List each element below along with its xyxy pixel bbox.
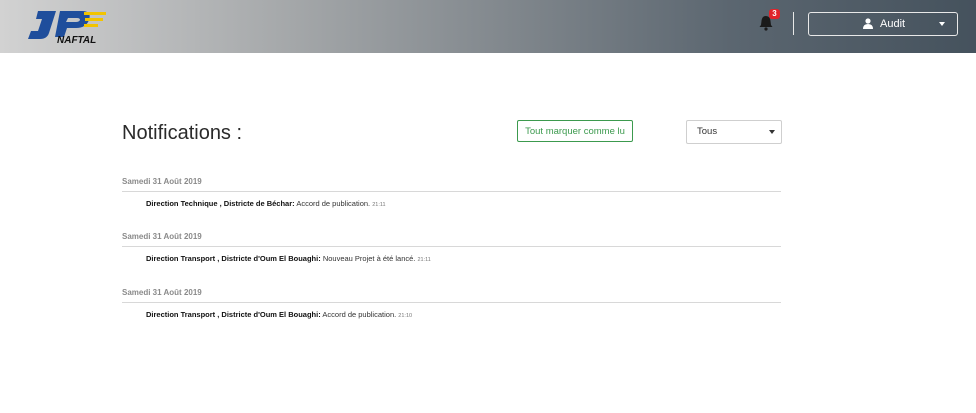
- filter-selected-value: Tous: [697, 126, 718, 137]
- notification-message: Nouveau Projet à été lancé.: [320, 254, 416, 263]
- notification-time: 21:10: [398, 313, 413, 319]
- page-title: Notifications :: [122, 122, 243, 144]
- notification-count-badge: 3: [769, 9, 780, 19]
- notification-item[interactable]: Direction Transport , Districte d'Oum El…: [146, 254, 781, 265]
- notification-message: Accord de publication.: [320, 310, 397, 319]
- top-navbar: NAFTAL 3 Audit: [0, 0, 976, 53]
- notification-group: Samedi 31 Août 2019 Direction Transport …: [122, 288, 781, 321]
- notification-message: Accord de publication.: [294, 199, 371, 208]
- notification-item[interactable]: Direction Transport , Districte d'Oum El…: [146, 310, 781, 321]
- group-date-header: Samedi 31 Août 2019: [122, 177, 781, 192]
- mark-all-read-button[interactable]: Tout marquer comme lu: [517, 120, 633, 142]
- notification-time: 21:11: [372, 202, 386, 208]
- naftal-logo[interactable]: NAFTAL: [22, 9, 108, 45]
- group-date-header: Samedi 31 Août 2019: [122, 232, 781, 247]
- navbar-divider: [793, 12, 794, 35]
- logo-wordmark: NAFTAL: [57, 35, 96, 45]
- user-menu-button[interactable]: Audit: [808, 12, 958, 36]
- notification-group: Samedi 31 Août 2019 Direction Technique …: [122, 177, 781, 210]
- notification-filter-select[interactable]: Tous: [686, 120, 782, 144]
- notification-sender: Direction Technique , Districte de Bécha…: [146, 199, 295, 208]
- notification-item[interactable]: Direction Technique , Districte de Bécha…: [146, 199, 781, 210]
- user-icon: [863, 18, 873, 29]
- dropdown-caret-icon: [769, 130, 775, 134]
- notification-sender: Direction Transport , Districte d'Oum El…: [146, 310, 321, 319]
- chevron-down-icon: [939, 22, 945, 26]
- notification-sender: Direction Transport , Districte d'Oum El…: [146, 254, 321, 263]
- user-name-label: Audit: [880, 18, 906, 30]
- notification-group: Samedi 31 Août 2019 Direction Transport …: [122, 232, 781, 265]
- notification-time: 21:11: [417, 257, 431, 263]
- group-date-header: Samedi 31 Août 2019: [122, 288, 781, 303]
